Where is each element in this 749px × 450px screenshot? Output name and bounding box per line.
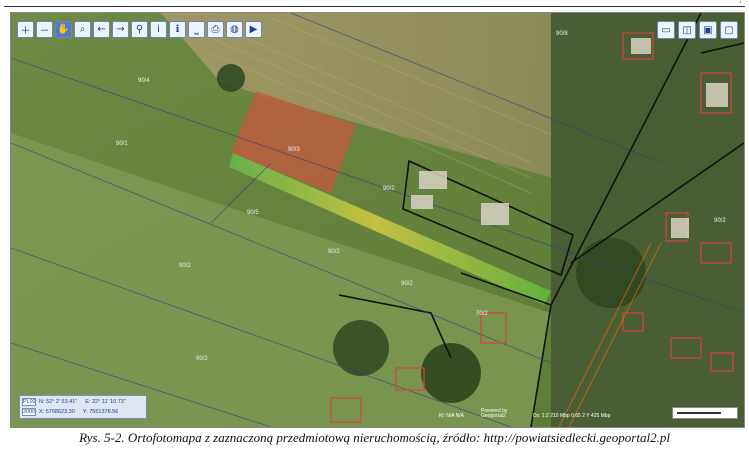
zoom-in-icon[interactable]: ＋ [17,21,34,38]
corner-mark: ' [739,0,741,9]
scale-bar-line [677,412,721,414]
crs-badge[interactable]: PL92 [22,398,36,406]
zoom-out-icon[interactable]: － [36,21,53,38]
measure-icon[interactable]: ⎵ [188,21,205,38]
crs-badge[interactable]: 2000 [22,408,36,416]
tree [217,64,245,92]
pan-hand-icon[interactable]: ✋ [55,21,72,38]
scale-bar [672,407,738,419]
back-arrow-icon[interactable]: ← [93,21,110,38]
map-frame[interactable]: 90/4 90/1 90/3 90/2 90/5 90/2 90/2 90/2 … [10,12,745,428]
tree-cluster [333,320,389,376]
parcel-label: 70/2 [476,311,488,317]
parcel-label: 90/2 [196,356,208,362]
info-query-icon[interactable]: ℹ [169,21,186,38]
coordinates-panel: PL92 N: 52° 2' 53.41" E: 22° 11' 10.73" … [19,395,147,419]
status-powered: Powered by Geoportal2 [481,408,508,419]
info-icon[interactable]: i [150,21,167,38]
parcel-label: 90/2 [328,249,340,255]
camera-icon[interactable]: ▶ [245,21,262,38]
longitude-readout: E: 22° 11' 10.73" [85,399,126,405]
parcel-label: 90/5 [247,210,259,216]
link-icon[interactable]: ⚲ [131,21,148,38]
tree-cluster [421,343,481,403]
status-scale: Dz: 1:2 210 Mbp 0.65 2 Y 425 Mbp [533,413,611,419]
layout-full-icon[interactable]: ▭ [657,21,675,39]
parcel-label: 90/2 [179,263,191,269]
figure-caption: Rys. 5-2. Ortofotomapa z zaznaczoną prze… [79,430,670,445]
save-icon[interactable]: ▣ [699,21,717,39]
orthophoto-map[interactable] [11,13,744,427]
layout-split-icon[interactable]: ◫ [678,21,696,39]
parcel-label: 90/8 [556,31,568,37]
window-icon[interactable]: ▢ [720,21,738,39]
top-rule [4,6,745,7]
parcel-label: 90/2 [714,218,726,224]
forward-arrow-icon[interactable]: → [112,21,129,38]
status-left: Kl: N/A N/A [439,413,465,419]
parcel-label: 90/3 [288,147,300,153]
y-readout: Y: 7551378.56 [82,409,119,415]
globe-icon[interactable]: ◍ [226,21,243,38]
map-toolbar: ＋ － ✋ ⌕ ← → ⚲ i ℹ ⎵ ⎙ ◍ ▶ [17,21,262,38]
latitude-readout: N: 52° 2' 53.41" [39,399,78,405]
print-icon[interactable]: ⎙ [207,21,224,38]
x-readout: X: 5768623.30 [39,409,75,415]
view-toolbar: ▭ ◫ ▣ ▢ [657,21,738,39]
tree-cluster [576,238,646,308]
zoom-window-icon[interactable]: ⌕ [74,21,91,38]
parcel-label: 90/4 [138,78,150,84]
parcel-label: 90/2 [401,281,413,287]
parcel-label: 90/2 [383,186,395,192]
parcel-label: 90/1 [116,141,128,147]
